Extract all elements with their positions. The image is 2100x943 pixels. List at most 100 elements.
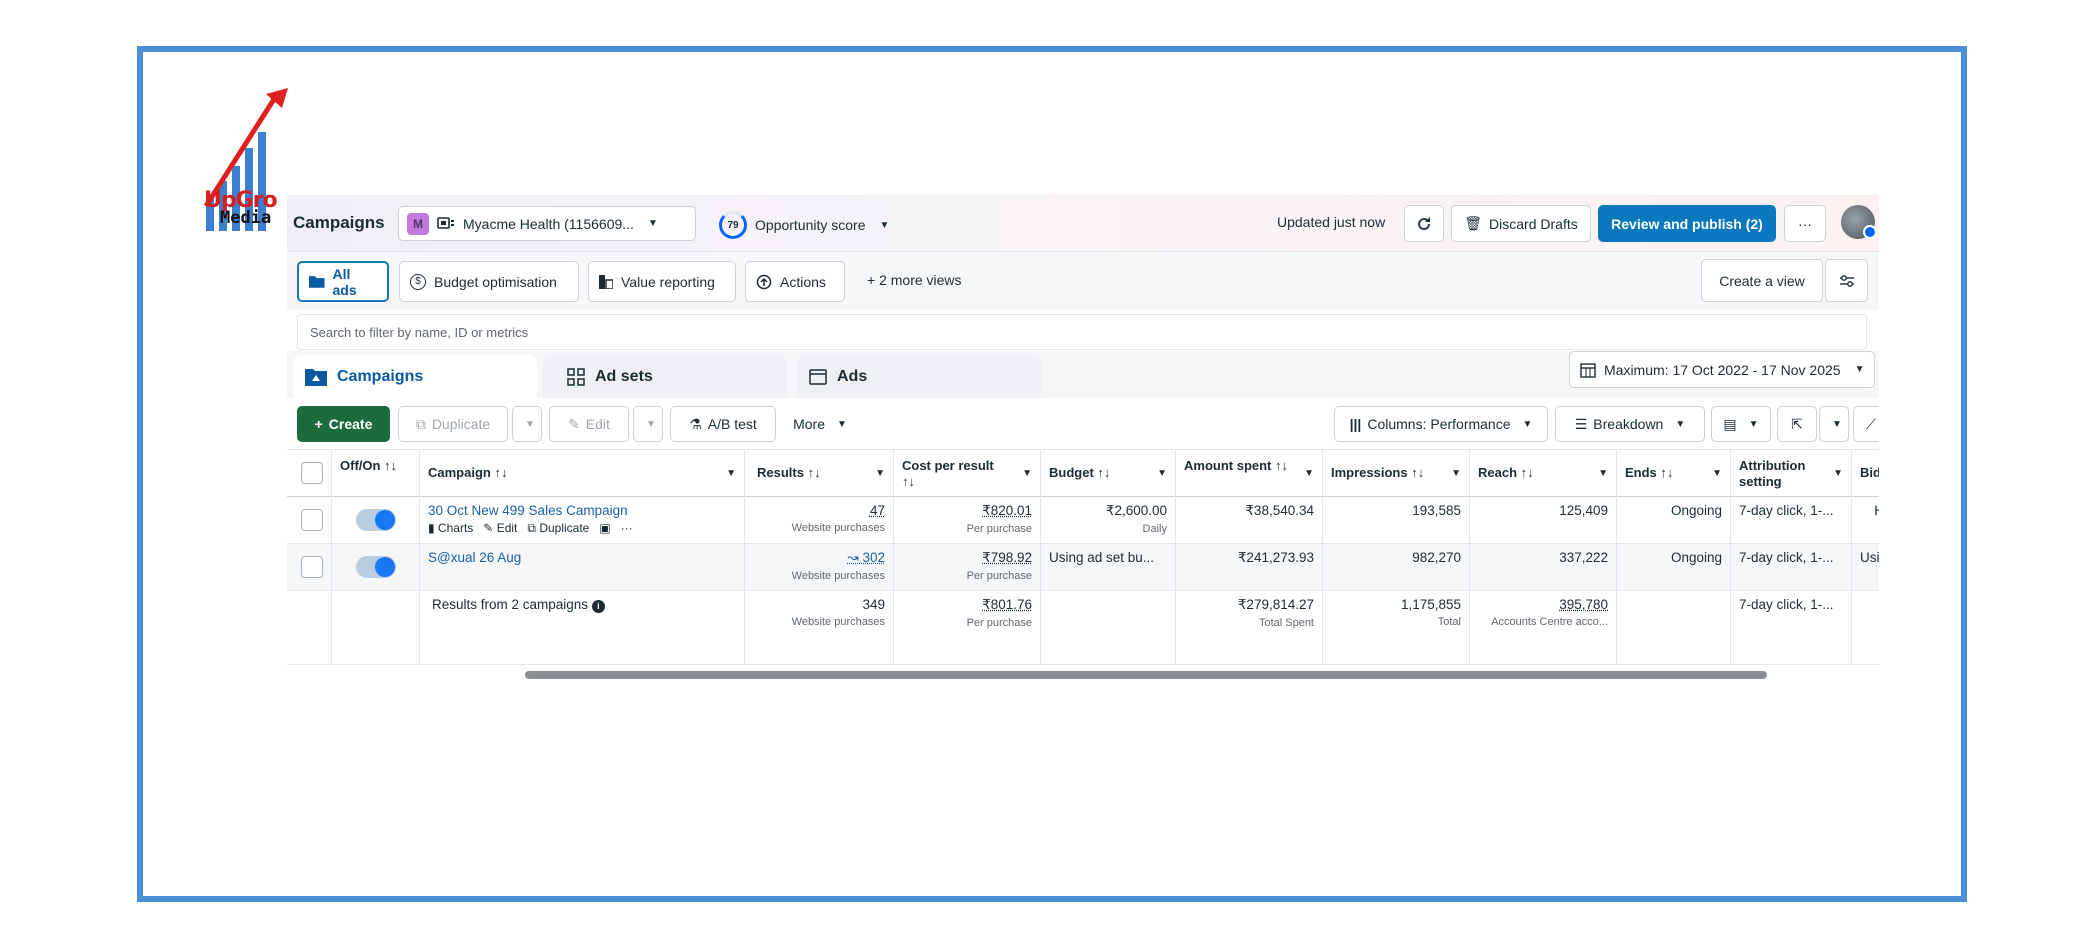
col-cost-per-result[interactable]: Cost per result ↑↓ ▼ — [894, 450, 1041, 497]
row-duplicate-label: Duplicate — [539, 521, 590, 535]
more-menu-button[interactable]: More ▼ — [780, 406, 860, 442]
info-icon[interactable]: i — [591, 600, 605, 613]
col-amount-spent[interactable]: Amount spent ↑↓ ▼ — [1176, 450, 1323, 497]
col-attribution[interactable]: Attribution setting ▼ — [1731, 450, 1852, 497]
col-ends[interactable]: Ends ↑↓ ▼ — [1617, 450, 1731, 497]
col-budget-label: Budget ↑↓ — [1049, 465, 1111, 480]
refresh-button[interactable] — [1404, 205, 1444, 242]
more-options-button[interactable]: ··· — [1784, 205, 1826, 242]
row-actions: ▮ Charts ✎ Edit ⧉ Duplicate ▣ ··· — [428, 521, 736, 536]
col-results[interactable]: Results ↑↓ ▼ — [749, 450, 894, 497]
col-impressions[interactable]: Impressions ↑↓ ▼ — [1323, 450, 1470, 497]
duplicate-button[interactable]: ⧉ Duplicate — [398, 406, 508, 442]
tab-campaigns[interactable]: Campaigns — [293, 355, 537, 398]
row-checkbox[interactable] — [301, 556, 323, 578]
row-edit-link[interactable]: ✎ Edit — [483, 521, 517, 536]
cpr-value[interactable]: ₹798.92 — [902, 550, 1032, 566]
view-value-reporting[interactable]: Value reporting — [588, 261, 736, 302]
tab-ad-sets[interactable]: Ad sets — [543, 355, 787, 398]
export-button[interactable]: ⇱ — [1777, 406, 1817, 442]
create-view-button[interactable]: Create a view — [1701, 259, 1823, 302]
export-dropdown[interactable]: ▼ — [1819, 406, 1849, 442]
chevron-down-icon: ▼ — [837, 418, 847, 430]
ads-manager-window: Campaigns M Myacme Health (1156609... ▼ … — [287, 195, 1879, 755]
horizontal-scrollbar[interactable] — [525, 671, 1767, 679]
columns-icon: ||| — [1349, 416, 1362, 432]
ab-test-button[interactable]: ⚗ A/B test — [670, 406, 776, 442]
summary-spent-value: ₹279,814.27 — [1237, 597, 1314, 612]
row-pin-icon[interactable]: ▣ — [599, 521, 610, 536]
review-and-publish-label: Review and publish (2) — [1611, 215, 1763, 232]
impressions-cell: 982,270 — [1323, 544, 1470, 590]
view-settings-button[interactable] — [1825, 259, 1868, 302]
action-toolbar: + Create ⧉ Duplicate ▼ ✎ Edit ▼ ⚗ A/B te… — [287, 398, 1879, 450]
duplicate-dropdown[interactable]: ▼ — [512, 406, 542, 442]
row-charts-link[interactable]: ▮ Charts — [428, 521, 473, 536]
col-campaign[interactable]: Campaign ↑↓ ▼ — [420, 450, 745, 497]
bid-cell: Usi — [1860, 550, 1879, 565]
date-range-picker[interactable]: Maximum: 17 Oct 2022 - 17 Nov 2025 ▼ — [1569, 351, 1875, 388]
breakdown-label: Breakdown — [1593, 416, 1664, 432]
more-views-link[interactable]: + 2 more views — [867, 272, 962, 288]
row-checkbox[interactable] — [301, 509, 323, 531]
edit-dropdown[interactable]: ▼ — [633, 406, 663, 442]
discard-drafts-button[interactable]: 🗑 Discard Drafts — [1451, 205, 1591, 242]
reports-button[interactable]: ▤ ▼ — [1711, 406, 1771, 442]
campaign-folder-icon — [305, 368, 327, 386]
more-menu-label: More — [793, 416, 825, 432]
view-budget-optimisation[interactable]: $ Budget optimisation — [399, 261, 579, 302]
opportunity-score[interactable]: 79 Opportunity score ▼ — [719, 211, 889, 239]
campaign-toggle[interactable] — [356, 509, 396, 531]
columns-button[interactable]: ||| Columns: Performance ▼ — [1334, 406, 1548, 442]
tab-ads[interactable]: Ads — [797, 355, 1041, 398]
account-selector[interactable]: M Myacme Health (1156609... ▼ — [398, 206, 696, 241]
col-bid[interactable]: Bid — [1852, 450, 1879, 497]
campaign-name-link[interactable]: 30 Oct New 499 Sales Campaign — [428, 503, 736, 518]
search-input[interactable]: Search to filter by name, ID or metrics — [297, 314, 1867, 350]
row-select-cell — [287, 497, 332, 543]
campaign-toggle[interactable] — [356, 556, 396, 578]
budget-value: ₹2,600.00 — [1105, 503, 1167, 518]
edit-button[interactable]: ✎ Edit — [549, 406, 629, 442]
chevron-down-icon: ▼ — [875, 468, 885, 479]
breakdown-button[interactable]: ☰ Breakdown ▼ — [1555, 406, 1705, 442]
spent-cell: ₹38,540.34 — [1176, 497, 1323, 543]
summary-row: Results from 2 campaigns i 349 Website p… — [287, 591, 1879, 665]
results-cell: 47 Website purchases — [749, 497, 894, 543]
select-all-checkbox[interactable] — [301, 462, 323, 484]
chevron-down-icon: ▼ — [726, 468, 736, 479]
row-duplicate-link[interactable]: ⧉ Duplicate — [527, 521, 589, 536]
table-header: Off/On ↑↓ Campaign ↑↓ ▼ Results ↑↓ ▼ Cost … — [287, 450, 1879, 497]
summary-results-cell: 349 Website purchases — [749, 591, 894, 664]
view-actions[interactable]: Actions — [745, 261, 845, 302]
row-more-button[interactable]: ··· — [621, 521, 633, 536]
charts-button[interactable]: ⟋ — [1853, 406, 1879, 442]
top-bar: Campaigns M Myacme Health (1156609... ▼ … — [287, 195, 1879, 252]
refresh-icon — [1418, 216, 1430, 230]
col-reach[interactable]: Reach ↑↓ ▼ — [1470, 450, 1617, 497]
spent-cell: ₹241,273.93 — [1176, 544, 1323, 590]
col-offon[interactable]: Off/On ↑↓ — [332, 450, 420, 497]
chevron-down-icon: ▼ — [525, 418, 535, 430]
discard-drafts-label: Discard Drafts — [1489, 215, 1578, 232]
view-all-ads[interactable]: All ads — [297, 261, 389, 302]
chevron-down-icon: ▼ — [1522, 418, 1533, 430]
impressions-cell: 193,585 — [1323, 497, 1470, 543]
ad-icon — [809, 368, 827, 385]
table-row[interactable]: 30 Oct New 499 Sales Campaign ▮ Charts ✎… — [287, 497, 1879, 544]
create-button[interactable]: + Create — [297, 406, 390, 442]
plus-icon: + — [314, 416, 323, 432]
pencil-icon: ✎ — [568, 415, 580, 432]
campaign-name-link[interactable]: S@xual 26 Aug — [428, 550, 736, 565]
cpr-value[interactable]: ₹820.01 — [902, 503, 1032, 519]
summary-cpr-value[interactable]: ₹801.76 — [902, 597, 1032, 613]
create-label: Create — [328, 416, 373, 432]
chevron-down-icon: ▼ — [1157, 468, 1167, 479]
review-and-publish-button[interactable]: Review and publish (2) — [1598, 205, 1776, 242]
results-value[interactable]: ↝ 302 — [757, 550, 885, 566]
summary-reach-value[interactable]: 395,780 — [1478, 597, 1608, 612]
table-row[interactable]: S@xual 26 Aug ↝ 302 Website purchases ₹7… — [287, 544, 1879, 591]
attribution-cell: 7-day click, 1-... — [1731, 497, 1852, 543]
results-value[interactable]: 47 — [757, 503, 885, 518]
col-budget[interactable]: Budget ↑↓ ▼ — [1041, 450, 1176, 497]
